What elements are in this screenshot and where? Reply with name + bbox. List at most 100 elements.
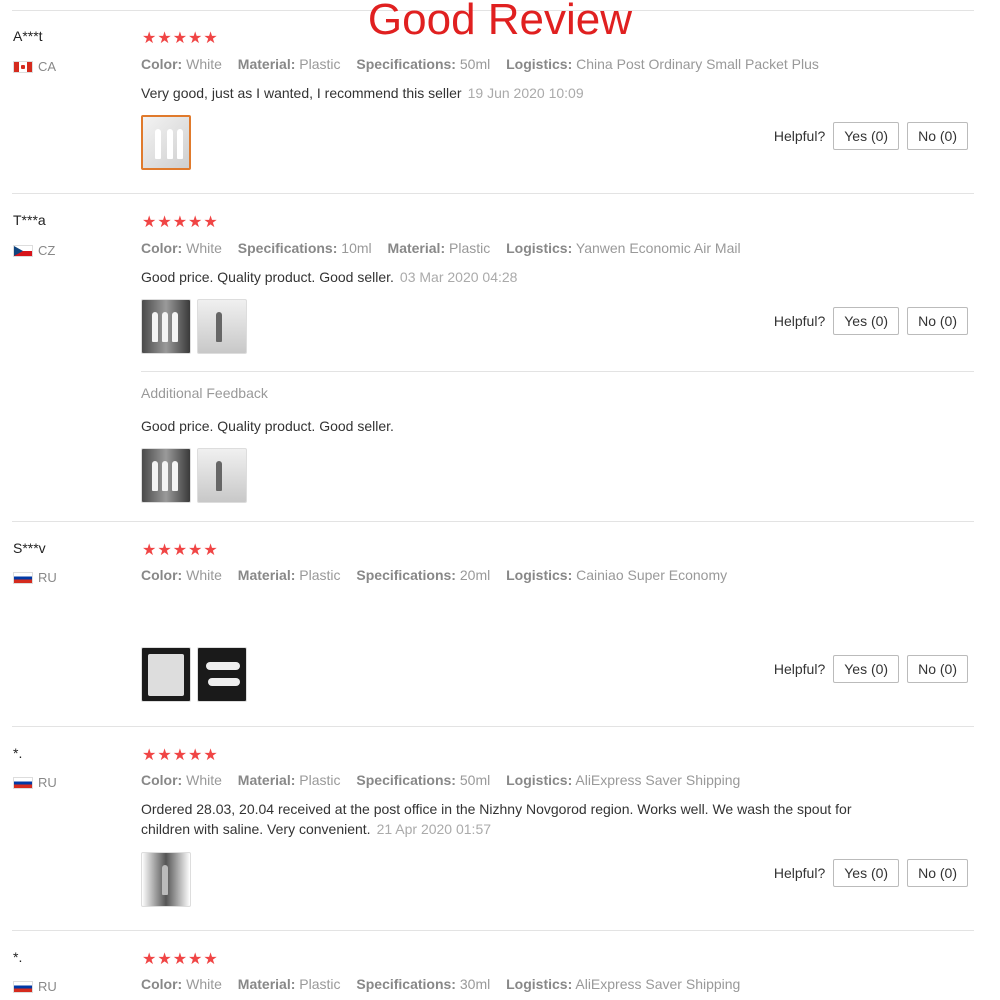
attr-key: Logistics: [506,567,573,583]
attr-value: 50ml [459,772,491,788]
reviewer-country: CA [13,59,56,74]
attr-value: AliExpress Saver Shipping [575,772,741,788]
review-photo-thumbnail[interactable] [141,647,191,702]
yes-vote-button[interactable]: Yes (0) [833,655,900,683]
review-photos [141,852,191,907]
reviewer-name: S***v [13,540,46,556]
attr-key: Material: [237,772,296,788]
review-body: Good price. Quality product. Good seller… [141,269,394,285]
attr-key: Material: [237,976,296,992]
review-photo-thumbnail[interactable] [197,299,247,354]
reviewer-country: RU [13,775,57,790]
star-rating: ★★★★★ [142,747,219,764]
attr-key: Material: [387,240,446,256]
helpful-vote: Helpful? Yes (0) No (0) [774,655,968,683]
review-divider [12,726,974,727]
review-photos [141,299,247,354]
review-text: Very good, just as I wanted, I recommend… [141,83,881,103]
attr-value: White [186,240,222,256]
sku-attributes: Color: White Specifications: 10ml Materi… [141,240,753,256]
attr-value: China Post Ordinary Small Packet Plus [576,56,819,72]
reviewer-name: T***a [13,212,46,228]
yes-vote-button[interactable]: Yes (0) [833,122,900,150]
country-code: CZ [38,243,56,258]
attr-value: Plastic [299,567,341,583]
no-vote-button[interactable]: No (0) [907,307,968,335]
review-photo-thumbnail[interactable] [141,852,191,907]
review-text: Ordered 28.03, 20.04 received at the pos… [141,799,871,839]
yes-vote-button[interactable]: Yes (0) [833,859,900,887]
sku-attributes: Color: White Material: Plastic Specifica… [141,567,739,583]
review-photo-thumbnail[interactable] [141,115,191,170]
russia-flag-icon [13,980,33,993]
attr-key: Logistics: [506,240,573,256]
attr-key: Specifications: [356,772,456,788]
helpful-label: Helpful? [773,865,826,881]
sku-attributes: Color: White Material: Plastic Specifica… [141,976,752,992]
review-photo-thumbnail[interactable] [141,299,191,354]
attr-value: White [186,772,222,788]
review-date: 21 Apr 2020 01:57 [376,821,492,837]
review-photos [141,115,191,170]
russia-flag-icon [13,571,33,584]
star-rating: ★★★★★ [142,542,219,559]
attr-value: White [186,567,222,583]
review-text: Good price. Quality product. Good seller… [141,267,881,287]
reviewer-country: RU [13,979,57,994]
attr-value: AliExpress Saver Shipping [575,976,741,992]
helpful-label: Helpful? [773,661,826,677]
review-body: Very good, just as I wanted, I recommend… [141,85,462,101]
attr-key: Specifications: [356,56,456,72]
review-divider [12,930,974,931]
helpful-vote: Helpful? Yes (0) No (0) [774,122,968,150]
attr-key: Specifications: [356,567,456,583]
country-code: RU [38,979,57,994]
review-photo-thumbnail[interactable] [141,448,191,503]
country-code: RU [38,775,57,790]
attr-value: 20ml [459,567,491,583]
russia-flag-icon [13,776,33,789]
canada-flag-icon [13,60,33,73]
country-code: CA [38,59,57,74]
attr-value: 10ml [341,240,372,256]
no-vote-button[interactable]: No (0) [907,122,968,150]
attr-key: Logistics: [506,772,573,788]
attr-key: Specifications: [356,976,456,992]
yes-vote-button[interactable]: Yes (0) [833,307,900,335]
sku-attributes: Color: White Material: Plastic Specifica… [141,772,752,788]
attr-key: Logistics: [506,976,573,992]
attr-value: 30ml [459,976,491,992]
feedback-divider [141,371,974,372]
attr-value: Plastic [299,772,341,788]
review-date: 03 Mar 2020 04:28 [399,269,518,285]
attr-key: Color: [141,567,183,583]
no-vote-button[interactable]: No (0) [907,859,968,887]
czech-flag-icon [13,244,33,257]
country-code: RU [38,570,57,585]
attr-value: Plastic [299,56,341,72]
helpful-vote: Helpful? Yes (0) No (0) [774,859,968,887]
helpful-label: Helpful? [773,313,826,329]
reviewer-name: A***t [13,28,43,44]
helpful-vote: Helpful? Yes (0) No (0) [774,307,968,335]
attr-key: Specifications: [237,240,338,256]
review-photo-thumbnail[interactable] [197,647,247,702]
no-vote-button[interactable]: No (0) [907,655,968,683]
attr-key: Material: [237,567,296,583]
review-photos [141,647,247,702]
attr-value: White [186,976,222,992]
reviewer-name: *. [13,949,23,965]
reviewer-country: CZ [13,243,55,258]
review-divider [12,521,974,522]
reviewer-country: RU [13,570,57,585]
attr-value: Yanwen Economic Air Mail [575,240,741,256]
review-photo-thumbnail[interactable] [197,448,247,503]
attr-key: Material: [237,56,296,72]
review-date: 19 Jun 2020 10:09 [467,85,584,101]
attr-key: Color: [141,976,183,992]
star-rating: ★★★★★ [142,951,219,968]
additional-feedback-photos [141,448,247,503]
attr-key: Color: [141,240,183,256]
attr-value: 50ml [459,56,491,72]
star-rating: ★★★★★ [142,30,219,47]
